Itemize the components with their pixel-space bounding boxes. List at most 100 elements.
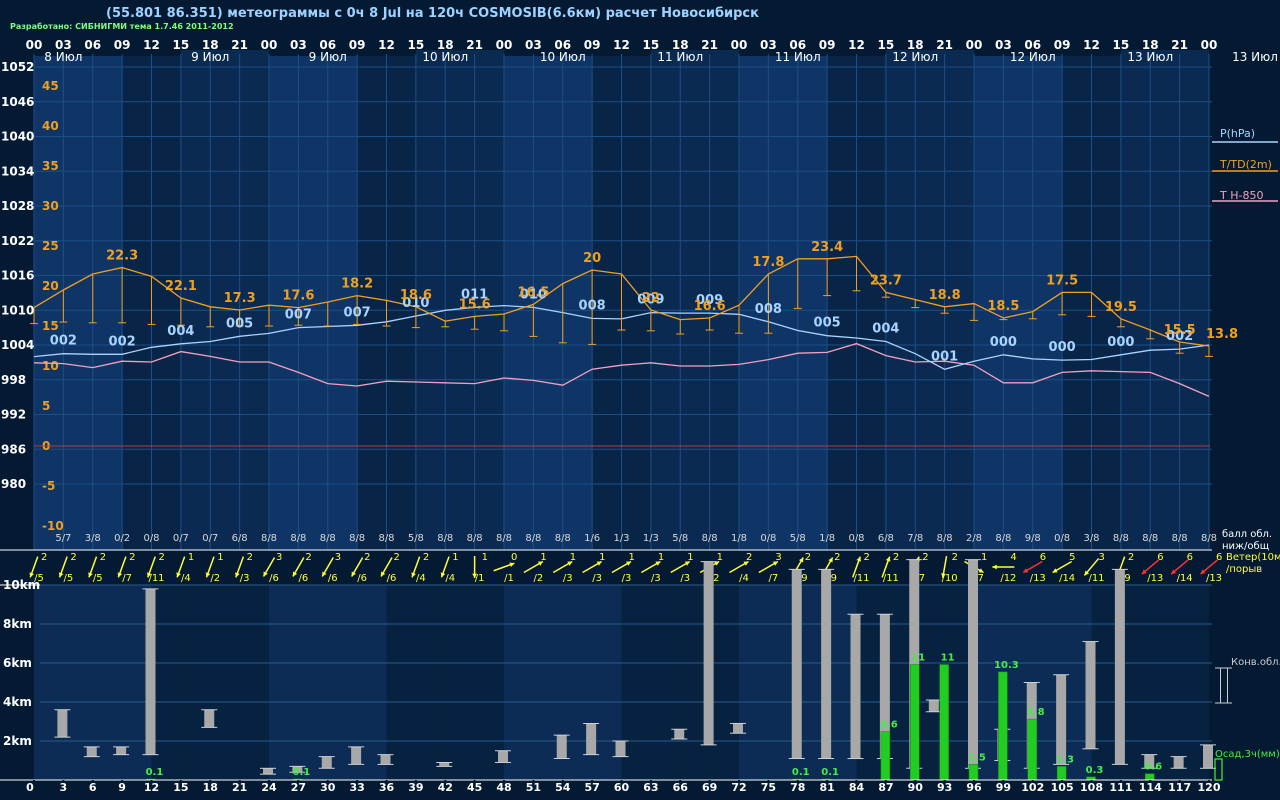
wind-speed: 2 bbox=[159, 552, 165, 563]
pressure-tick-label: 1028 bbox=[1, 199, 34, 213]
wind-speed: 2 bbox=[423, 552, 429, 563]
wind-gust: /2 bbox=[210, 573, 220, 584]
wind-gust: /11 bbox=[883, 573, 899, 584]
hour-label: 06 bbox=[84, 38, 101, 52]
wind-speed: 1 bbox=[452, 552, 458, 563]
cloud-cover-value: 8/8 bbox=[937, 533, 953, 544]
convective-cloud-bar bbox=[791, 569, 802, 759]
convective-cloud-bar bbox=[615, 741, 626, 757]
hour-label: 09 bbox=[114, 38, 131, 52]
pressure-point-label: 001 bbox=[931, 349, 958, 364]
day-label: 9 Июл bbox=[191, 50, 229, 64]
cloud-cover-value: 3/8 bbox=[85, 533, 101, 544]
hour-label: 09 bbox=[819, 38, 836, 52]
day-label: 11 Июл bbox=[775, 50, 821, 64]
wind-label-2: /порыв bbox=[1226, 564, 1262, 575]
wind-gust: /4 bbox=[445, 573, 455, 584]
wind-speed: 1 bbox=[188, 552, 194, 563]
convective-cloud-bar bbox=[1056, 674, 1067, 765]
wind-speed: 2 bbox=[1128, 552, 1134, 563]
pressure-tick-label: 1022 bbox=[1, 234, 34, 248]
wind-speed: 1 bbox=[629, 552, 635, 563]
precip-label: 0.6 bbox=[1144, 762, 1162, 773]
pressure-point-label: 000 bbox=[1049, 340, 1076, 355]
wind-gust: /11 bbox=[853, 573, 869, 584]
pressure-tick-label: 1046 bbox=[1, 95, 34, 109]
hour-tick-label: 117 bbox=[1168, 781, 1191, 794]
temp-tick-label: 35 bbox=[42, 159, 59, 173]
legend-pressure: P(hPa) bbox=[1220, 127, 1255, 140]
pressure-tick-label: 1052 bbox=[1, 60, 34, 74]
wind-speed: 2 bbox=[922, 552, 928, 563]
day-label: 13 Июл bbox=[1127, 50, 1173, 64]
wind-speed: 2 bbox=[893, 552, 899, 563]
pressure-tick-label: 986 bbox=[1, 442, 26, 456]
hour-label: 00 bbox=[1201, 38, 1218, 52]
pressure-point-label: 000 bbox=[1107, 335, 1134, 350]
wind-speed: 1 bbox=[599, 552, 605, 563]
lower-band bbox=[34, 585, 64, 780]
wind-speed: 1 bbox=[540, 552, 546, 563]
temp-tick-label: 20 bbox=[42, 279, 59, 293]
hour-tick-label: 63 bbox=[643, 781, 658, 794]
lower-band bbox=[415, 585, 446, 780]
convective-cloud-bar bbox=[1203, 744, 1213, 769]
hour-tick-label: 105 bbox=[1051, 781, 1074, 794]
hour-tick-label: 33 bbox=[349, 781, 364, 794]
hour-label: 00 bbox=[496, 38, 513, 52]
hour-tick-label: 39 bbox=[408, 781, 423, 794]
wind-speed: 1 bbox=[981, 552, 987, 563]
meteogram-page: (55.801 86.351) метеограммы с 0ч 8 Jul н… bbox=[0, 0, 1280, 800]
convective-cloud-bar bbox=[821, 569, 832, 759]
hour-label: 21 bbox=[1171, 38, 1188, 52]
wind-speed: 2 bbox=[247, 552, 253, 563]
hour-tick-label: 30 bbox=[320, 781, 336, 794]
lower-band bbox=[1150, 585, 1180, 780]
wind-gust: /1 bbox=[504, 573, 514, 584]
pressure-tick-label: 980 bbox=[1, 477, 26, 491]
precip-bar bbox=[939, 664, 949, 781]
temp-point-label: 17.5 bbox=[1046, 273, 1078, 288]
convective-cloud-bar bbox=[674, 729, 685, 740]
wind-speed: 2 bbox=[834, 552, 840, 563]
wind-speed: 1 bbox=[717, 552, 723, 563]
cloud-cover-value: 0/8 bbox=[1054, 533, 1070, 544]
precip-label: 0.1 bbox=[821, 767, 839, 778]
hour-tick-label: 21 bbox=[232, 781, 247, 794]
wind-speed: 2 bbox=[129, 552, 135, 563]
wind-speed: 1 bbox=[658, 552, 664, 563]
lower-band bbox=[298, 585, 328, 780]
hour-label: 21 bbox=[231, 38, 248, 52]
wind-speed: 2 bbox=[41, 552, 47, 563]
wind-speed: 3 bbox=[1099, 552, 1105, 563]
wind-gust: /6 bbox=[269, 573, 279, 584]
hour-tick-label: 78 bbox=[790, 781, 805, 794]
pressure-point-label: 000 bbox=[990, 335, 1017, 350]
conv-legend-symbol-icon bbox=[1227, 668, 1228, 703]
cloud-cover-value: 8/8 bbox=[1113, 533, 1129, 544]
lower-band bbox=[650, 585, 681, 780]
wind-gust: /3 bbox=[240, 573, 250, 584]
day-label: 11 Июл bbox=[657, 50, 703, 64]
cloud-cover-value: 8/8 bbox=[1201, 533, 1217, 544]
hour-label: 00 bbox=[966, 38, 983, 52]
legend-t850: T H-850 bbox=[1219, 189, 1263, 202]
temp-point-label: 23.7 bbox=[870, 273, 902, 288]
km-tick-label: 8km bbox=[3, 617, 32, 631]
wind-label: Ветер(10м) bbox=[1226, 552, 1280, 563]
cloud-cover-value: 2/8 bbox=[966, 533, 982, 544]
pressure-point-label: 005 bbox=[814, 316, 841, 331]
wind-speed: 3 bbox=[335, 552, 341, 563]
wind-speed: 1 bbox=[482, 552, 488, 563]
cloud-cover-value: 9/8 bbox=[1025, 533, 1041, 544]
wind-speed: 2 bbox=[746, 552, 752, 563]
precip-label: 1.3 bbox=[1056, 754, 1074, 765]
conv-legend-symbol-icon bbox=[1220, 668, 1221, 703]
convective-cloud-bar bbox=[968, 559, 978, 769]
hour-tick-label: 45 bbox=[467, 781, 482, 794]
cloud-cover-value: 5/8 bbox=[672, 533, 688, 544]
hour-label: 12 bbox=[1083, 38, 1100, 52]
wind-gust: /7 bbox=[122, 573, 132, 584]
hour-tick-label: 60 bbox=[614, 781, 630, 794]
pressure-tick-label: 1034 bbox=[1, 164, 34, 178]
